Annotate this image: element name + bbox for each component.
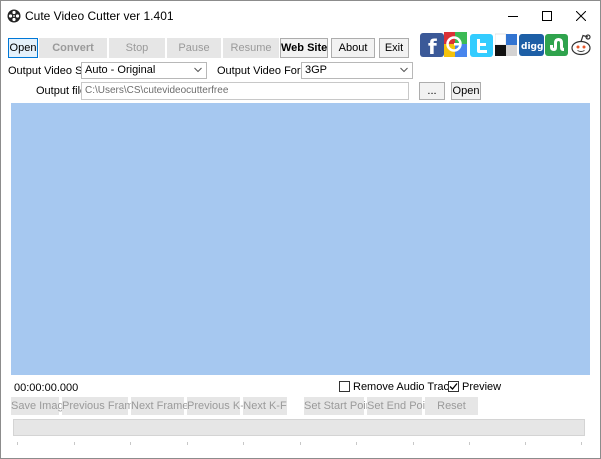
set-start-point-button[interactable]: Set Start Point [304, 397, 375, 415]
minimize-button[interactable] [496, 1, 530, 31]
stop-button[interactable]: Stop [109, 38, 165, 58]
window-title: Cute Video Cutter ver 1.401 [25, 9, 174, 23]
about-button[interactable]: About [331, 38, 375, 58]
trackbar-tick [356, 442, 357, 445]
trackbar-tick [17, 442, 18, 445]
chevron-down-icon [194, 67, 202, 73]
output-format-value: 3GP [305, 64, 328, 76]
minimize-icon [508, 16, 518, 17]
twitter-icon[interactable] [470, 31, 494, 59]
trackbar-tick [300, 442, 301, 445]
trackbar-tick [243, 442, 244, 445]
checkbox-checked-icon [448, 381, 459, 392]
facebook-icon[interactable]: f [420, 31, 444, 59]
digg-icon[interactable]: digg [519, 31, 545, 59]
trackbar-tick [469, 442, 470, 445]
exit-button[interactable]: Exit [379, 38, 409, 58]
close-button[interactable] [564, 1, 598, 31]
next-frame-button[interactable]: Next Frame [131, 397, 188, 415]
browse-button[interactable]: ... [419, 82, 445, 100]
stumbleupon-icon[interactable] [545, 31, 569, 59]
time-display: 00:00:00.000 [14, 382, 79, 394]
trackbar-tick [581, 442, 582, 445]
reset-button[interactable]: Reset [425, 397, 478, 415]
svg-text:digg: digg [521, 42, 543, 52]
svg-text:f: f [428, 35, 437, 59]
video-preview-area[interactable] [11, 103, 590, 375]
preview-checkbox[interactable]: Preview [448, 381, 501, 393]
remove-audio-label: Remove Audio Track [353, 381, 455, 393]
website-button[interactable]: Web Site [280, 38, 328, 58]
next-kf-button[interactable]: Next K-F [243, 397, 287, 415]
chevron-down-icon [400, 67, 408, 73]
title-bar: Cute Video Cutter ver 1.401 [1, 1, 600, 31]
preview-label: Preview [462, 381, 502, 393]
open-button[interactable]: Open [8, 38, 38, 58]
progress-bar [13, 419, 585, 436]
save-image-button[interactable]: Save Image [11, 397, 70, 415]
open-output-button[interactable]: Open [451, 82, 481, 100]
close-icon [576, 11, 586, 21]
convert-button[interactable]: Convert [39, 38, 107, 58]
set-end-point-button[interactable]: Set End Point [367, 397, 434, 415]
output-size-value: Auto - Original [85, 64, 156, 76]
pause-button[interactable]: Pause [167, 38, 221, 58]
output-file-field[interactable]: C:\Users\CS\cutevideocutterfree [81, 82, 409, 100]
output-format-select[interactable]: 3GP [301, 62, 413, 79]
previous-kf-button[interactable]: Previous K-F [187, 397, 251, 415]
trackbar-tick [130, 442, 131, 445]
film-reel-icon [7, 9, 21, 23]
trackbar-tick [187, 442, 188, 445]
output-size-select[interactable]: Auto - Original [81, 62, 207, 79]
previous-frame-button[interactable]: Previous Frame [62, 397, 140, 415]
remove-audio-checkbox[interactable]: Remove Audio Track [339, 381, 455, 393]
reddit-icon[interactable] [570, 31, 594, 59]
delicious-icon[interactable] [495, 31, 519, 59]
checkbox-unchecked-icon [339, 381, 350, 392]
trackbar-tick [74, 442, 75, 445]
maximize-icon [542, 11, 552, 21]
google-icon[interactable] [443, 31, 469, 59]
trackbar-tick [525, 442, 526, 445]
maximize-button[interactable] [530, 1, 564, 31]
trackbar-tick [413, 442, 414, 445]
app-window: Cute Video Cutter ver 1.401 Open Convert… [0, 0, 601, 459]
resume-button[interactable]: Resume [223, 38, 279, 58]
